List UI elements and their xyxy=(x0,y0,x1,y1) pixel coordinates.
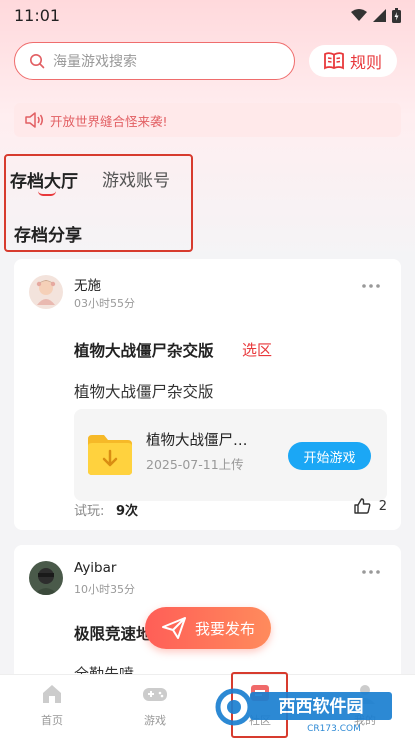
active-tab-indicator xyxy=(38,191,56,196)
watermark-text: 西西软件园 xyxy=(279,696,364,717)
more-icon[interactable] xyxy=(361,283,381,289)
post-card[interactable]: 无施 03小时55分 植物大战僵尸杂交版 选区 植物大战僵尸杂交版 植物大战僵尸… xyxy=(14,259,401,530)
username[interactable]: Ayibar xyxy=(74,560,116,576)
start-game-button[interactable]: 开始游戏 xyxy=(288,442,371,470)
watermark-logo: 西西软件园 CR173.COM xyxy=(215,688,392,734)
nav-item-home[interactable]: 首页 xyxy=(22,683,82,728)
nav-label-games: 游戏 xyxy=(144,714,166,727)
like-count: 2 xyxy=(378,498,387,514)
game-title[interactable]: 植物大战僵尸杂交版 xyxy=(74,339,214,361)
like-button[interactable]: 2 xyxy=(354,498,387,514)
publish-button[interactable]: 我要发布 xyxy=(145,607,271,649)
avatar[interactable] xyxy=(29,275,63,309)
sub-tab-save-share[interactable]: 存档分享 xyxy=(14,221,82,246)
post-description: 植物大战僵尸杂交版 xyxy=(74,383,214,401)
server-select-link[interactable]: 选区 xyxy=(242,339,272,360)
file-upload-date: 2025-07-11上传 xyxy=(146,457,244,472)
save-file-box[interactable]: 植物大战僵尸… 2025-07-11上传 开始游戏 xyxy=(74,409,387,501)
status-icons xyxy=(351,7,401,23)
notice-bar[interactable]: 开放世界缝合怪来袭! xyxy=(14,103,401,137)
search-icon xyxy=(30,54,45,69)
send-icon xyxy=(161,617,186,639)
try-count: 9次 xyxy=(116,504,139,519)
notice-text: 开放世界缝合怪来袭! xyxy=(50,113,168,129)
search-input[interactable]: 海量游戏搜索 xyxy=(14,42,295,80)
nav-label-home: 首页 xyxy=(41,714,63,727)
thumbs-up-icon xyxy=(354,498,371,514)
rules-button[interactable]: 规则 xyxy=(309,45,397,77)
speaker-icon xyxy=(25,112,43,128)
username[interactable]: 无施 xyxy=(74,274,101,294)
wifi-icon xyxy=(351,8,367,21)
home-icon xyxy=(43,685,61,703)
status-bar: 11:01 xyxy=(0,0,415,30)
watermark-url: CR173.COM xyxy=(307,724,361,734)
book-icon xyxy=(324,52,344,70)
tab-game-account[interactable]: 游戏账号 xyxy=(102,166,170,191)
post-time: 03小时55分 xyxy=(74,297,135,310)
rules-label: 规则 xyxy=(349,53,382,72)
tab-save-hall[interactable]: 存档大厅 xyxy=(10,167,78,192)
nav-item-games[interactable]: 游戏 xyxy=(125,683,185,728)
battery-icon xyxy=(392,7,401,23)
gamepad-icon xyxy=(143,688,167,701)
search-placeholder: 海量游戏搜索 xyxy=(53,54,137,70)
avatar[interactable] xyxy=(29,561,63,595)
status-time: 11:01 xyxy=(14,5,61,25)
game-title[interactable]: 极限竞速地 xyxy=(74,622,152,644)
post-time: 10小时35分 xyxy=(74,583,135,596)
file-name: 植物大战僵尸… xyxy=(146,433,248,449)
folder-download-icon xyxy=(88,435,132,475)
publish-label: 我要发布 xyxy=(194,619,255,638)
more-icon[interactable] xyxy=(361,569,381,575)
signal-icon xyxy=(373,8,386,22)
try-label: 试玩: xyxy=(74,504,105,519)
